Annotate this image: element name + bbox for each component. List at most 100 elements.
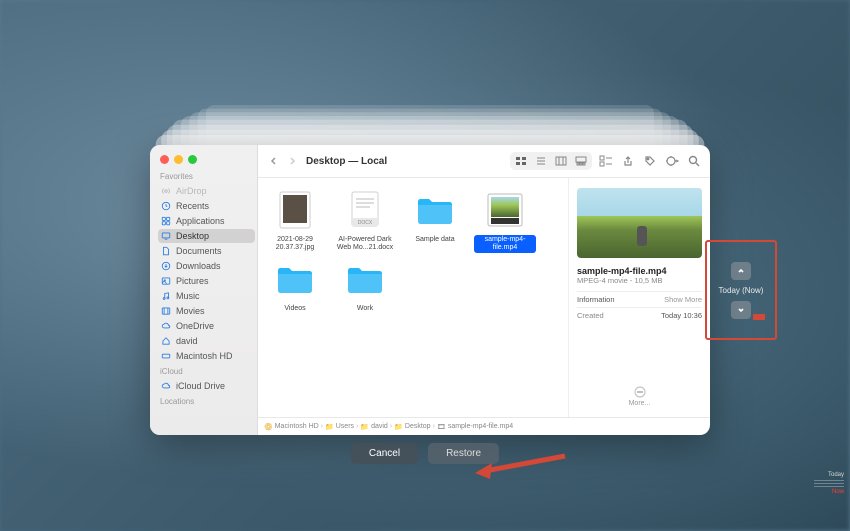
locations-header: Locations — [160, 397, 257, 406]
icloud-icon — [161, 381, 171, 391]
view-icon-button[interactable] — [512, 154, 530, 168]
sidebar-item-recents[interactable]: Recents — [158, 199, 255, 213]
annotation-marker — [753, 314, 765, 320]
search-button[interactable] — [686, 153, 702, 169]
sidebar-item-icloud-drive[interactable]: iCloud Drive — [158, 379, 255, 393]
sidebar: Favorites AirDrop Recents Applications D… — [150, 145, 258, 435]
sidebar-item-label: Downloads — [176, 261, 221, 271]
timemachine-nav-annotation: Today (Now) — [705, 240, 777, 340]
movies-icon — [161, 306, 171, 316]
file-label: Videos — [282, 304, 307, 314]
file-label: 2021-08-29 20.37.37.jpg — [264, 235, 326, 253]
path-segment[interactable]: 🎞 sample-mp4-file.mp4 — [437, 423, 513, 431]
traffic-lights — [160, 155, 257, 164]
created-value: Today 10:36 — [661, 311, 702, 320]
show-more-link[interactable]: Show More — [664, 295, 702, 304]
sidebar-item-pictures[interactable]: Pictures — [158, 274, 255, 288]
preview-filename: sample-mp4-file.mp4 — [577, 266, 702, 276]
sidebar-item-label: AirDrop — [176, 186, 207, 196]
timemachine-timeline[interactable]: Today Now — [808, 472, 844, 495]
sidebar-item-label: Applications — [176, 216, 225, 226]
toolbar: Desktop — Local — [258, 145, 710, 178]
preview-thumbnail — [577, 188, 702, 258]
more-actions[interactable]: More... — [577, 382, 702, 407]
sidebar-item-onedrive[interactable]: OneDrive — [158, 319, 255, 333]
icloud-header: iCloud — [160, 367, 257, 376]
back-button[interactable] — [266, 153, 282, 169]
view-gallery-button[interactable] — [572, 154, 590, 168]
sidebar-item-label: Music — [176, 291, 200, 301]
timemachine-next-button[interactable] — [731, 301, 751, 319]
sidebar-item-home[interactable]: david — [158, 334, 255, 348]
applications-icon — [161, 216, 171, 226]
group-button[interactable] — [598, 153, 614, 169]
close-button[interactable] — [160, 155, 169, 164]
cancel-button[interactable]: Cancel — [351, 443, 418, 464]
created-label: Created — [577, 311, 604, 320]
sidebar-item-documents[interactable]: Documents — [158, 244, 255, 258]
share-button[interactable] — [620, 153, 636, 169]
file-thumbnail-docx: DOCX — [342, 188, 388, 232]
folder-icon — [412, 188, 458, 232]
info-label: Information — [577, 295, 615, 304]
window-title: Desktop — Local — [306, 156, 387, 167]
sidebar-item-macintosh-hd[interactable]: Macintosh HD — [158, 349, 255, 363]
sidebar-item-label: Pictures — [176, 276, 209, 286]
path-segment[interactable]: 📀 Macintosh HD — [264, 423, 319, 431]
sidebar-item-label: iCloud Drive — [176, 381, 225, 391]
downloads-icon — [161, 261, 171, 271]
sidebar-item-movies[interactable]: Movies — [158, 304, 255, 318]
pictures-icon — [161, 276, 171, 286]
timemachine-prev-button[interactable] — [731, 262, 751, 280]
file-item[interactable]: DOCX AI-Powered Dark Web Mo...21.docx — [334, 188, 396, 253]
folder-icon — [272, 257, 318, 301]
timeline-now-label: Now — [808, 489, 844, 495]
sidebar-item-airdrop[interactable]: AirDrop — [158, 184, 255, 198]
sidebar-item-music[interactable]: Music — [158, 289, 255, 303]
file-item[interactable]: Work — [334, 257, 396, 314]
sidebar-item-desktop[interactable]: Desktop — [158, 229, 255, 243]
zoom-button[interactable] — [188, 155, 197, 164]
music-icon — [161, 291, 171, 301]
file-item[interactable]: 2021-08-29 20.37.37.jpg — [264, 188, 326, 253]
home-icon — [161, 336, 171, 346]
folder-icon — [342, 257, 388, 301]
svg-text:DOCX: DOCX — [358, 220, 373, 226]
path-segment[interactable]: 📁 Desktop — [394, 423, 430, 431]
desktop-icon — [161, 231, 171, 241]
file-item[interactable]: Videos — [264, 257, 326, 314]
timemachine-timestamp: Today (Now) — [719, 286, 764, 295]
tag-button[interactable] — [642, 153, 658, 169]
view-controls — [510, 152, 592, 170]
documents-icon — [161, 246, 171, 256]
sidebar-item-downloads[interactable]: Downloads — [158, 259, 255, 273]
view-column-button[interactable] — [552, 154, 570, 168]
annotation-arrow — [470, 451, 570, 481]
favorites-header: Favorites — [160, 172, 257, 181]
path-bar: 📀 Macintosh HD› 📁 Users› 📁 david› 📁 Desk… — [258, 417, 710, 435]
disk-icon — [161, 351, 171, 361]
view-list-button[interactable] — [532, 154, 550, 168]
sidebar-item-label: Documents — [176, 246, 222, 256]
minimize-button[interactable] — [174, 155, 183, 164]
clock-icon — [161, 201, 171, 211]
file-grid: 2021-08-29 20.37.37.jpg DOCX AI-Powered … — [258, 178, 568, 417]
preview-subtitle: MPEG-4 movie - 10,5 MB — [577, 276, 702, 285]
finder-window: Favorites AirDrop Recents Applications D… — [150, 145, 710, 435]
path-segment[interactable]: 📁 Users — [325, 423, 354, 431]
file-thumbnail-image — [272, 188, 318, 232]
forward-button[interactable] — [284, 153, 300, 169]
timeline-today-label: Today — [808, 472, 844, 478]
sidebar-item-label: david — [176, 336, 198, 346]
file-item[interactable]: Sample data — [404, 188, 466, 253]
action-button[interactable] — [664, 153, 680, 169]
path-segment[interactable]: 📁 david — [360, 423, 387, 431]
sidebar-item-label: Recents — [176, 201, 209, 211]
file-item-selected[interactable]: sample-mp4-file.mp4 — [474, 188, 536, 253]
cloud-icon — [161, 321, 171, 331]
file-label: sample-mp4-file.mp4 — [474, 235, 536, 253]
file-thumbnail-video — [482, 188, 528, 232]
sidebar-item-applications[interactable]: Applications — [158, 214, 255, 228]
file-label: Sample data — [413, 235, 456, 245]
sidebar-item-label: Macintosh HD — [176, 351, 233, 361]
